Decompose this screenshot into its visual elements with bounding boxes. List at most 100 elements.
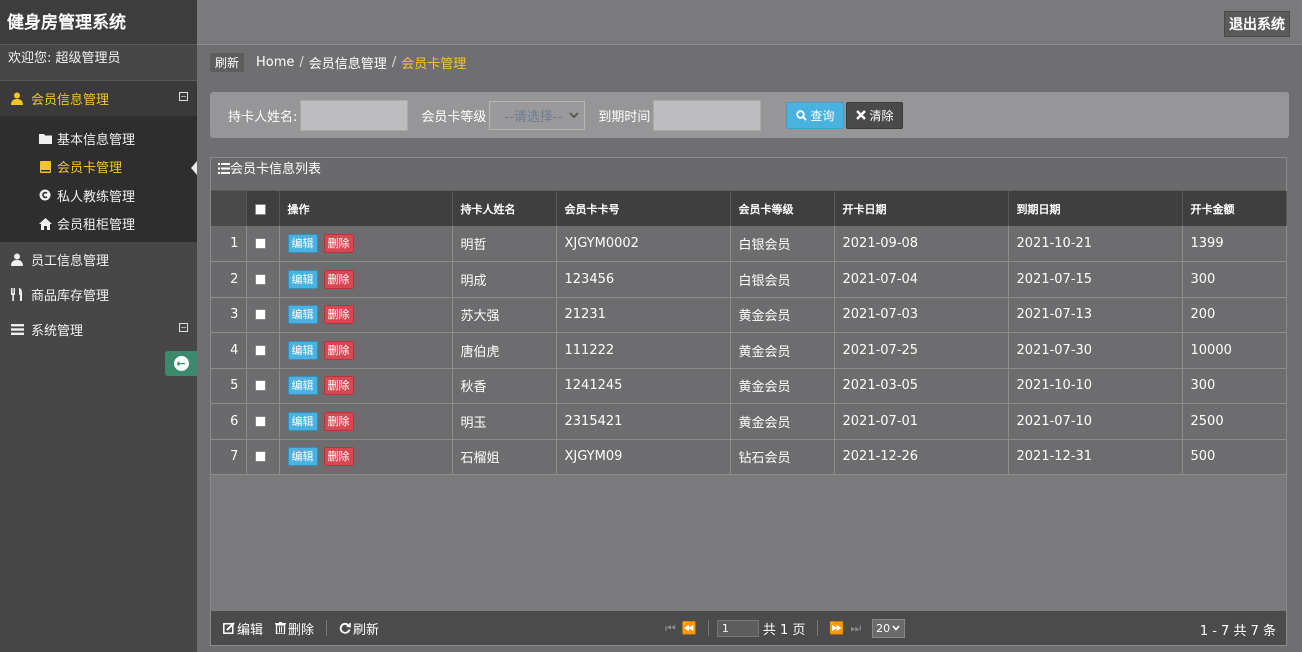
cell-amount: 500 <box>1182 439 1287 475</box>
breadcrumb-home[interactable]: Home <box>256 55 294 70</box>
row-checkbox[interactable] <box>254 238 266 249</box>
column-header[interactable]: 会员卡等级 <box>730 191 835 226</box>
edit-button[interactable]: 编辑 <box>287 447 318 467</box>
rownum-header <box>211 191 247 226</box>
grid-panel: 会员卡信息列表 操作 持卡人姓名 会员卡卡号 会员卡等级 开卡日期 到期日期 开… <box>210 157 1287 646</box>
row-checkbox[interactable] <box>254 344 266 356</box>
clear-button[interactable]: 清除 <box>846 101 904 129</box>
prev-page-icon[interactable]: ⏪ <box>682 621 697 635</box>
edit-button[interactable]: 编辑 <box>287 305 318 325</box>
collapse-icon[interactable]: − <box>179 323 188 332</box>
card-level-select[interactable]: --请选择-- <box>489 100 586 130</box>
expire-date-input[interactable] <box>653 99 762 131</box>
breadcrumb-current: 会员卡管理 <box>401 56 467 72</box>
logout-button[interactable]: 退出系统 <box>1224 11 1290 37</box>
menu-staff-info[interactable]: 员工信息管理 <box>0 242 197 277</box>
delete-button[interactable]: 删除 <box>323 376 354 396</box>
page-number-input[interactable]: 1 <box>716 619 759 637</box>
edit-button[interactable]: 编辑 <box>287 234 318 253</box>
delete-button[interactable]: 删除 <box>323 447 354 467</box>
cell-expire-date: 2021-10-10 <box>1008 368 1183 404</box>
edit-button[interactable]: 编辑 <box>287 376 318 396</box>
last-page-icon[interactable]: ⏭ <box>850 621 861 636</box>
next-page-icon[interactable]: ⏩ <box>829 621 844 635</box>
menu-member-info[interactable]: 会员信息管理 − <box>0 81 197 116</box>
row-checkbox[interactable] <box>254 273 266 285</box>
edit-button[interactable]: 编辑 <box>287 269 318 289</box>
select-all-header <box>246 191 280 226</box>
table-row[interactable]: 6 编辑 删除 明玉 2315421 黄金会员 2021-07-01 2021-07-10 25… <box>211 403 1287 440</box>
delete-button[interactable]: 删除 <box>323 305 354 325</box>
pager-delete-button[interactable]: 删除 <box>275 619 314 638</box>
row-number: 5 <box>211 368 247 404</box>
select-all-checkbox[interactable] <box>254 203 266 215</box>
column-header[interactable]: 开卡金额 <box>1182 191 1287 226</box>
column-header[interactable]: 到期日期 <box>1008 191 1183 226</box>
delete-button[interactable]: 删除 <box>323 411 354 431</box>
cell-card-level: 钻石会员 <box>730 439 835 475</box>
table-row[interactable]: 4 编辑 删除 唐伯虎 111222 黄金会员 2021-07-25 2021-07-30 10… <box>211 332 1287 369</box>
search-icon <box>796 109 808 121</box>
cell-cardholder-name: 明成 <box>452 261 557 298</box>
collapse-icon[interactable]: − <box>179 92 188 101</box>
table-row[interactable]: 3 编辑 删除 苏大强 21231 黄金会员 2021-07-03 2021-07-13 200 <box>211 297 1287 333</box>
edit-button[interactable]: 编辑 <box>287 340 318 360</box>
row-actions: 编辑 删除 <box>279 297 453 333</box>
row-checkbox[interactable] <box>254 380 266 392</box>
table-row[interactable]: 1 编辑 删除 明哲 XJGYM0002 白银会员 2021-09-08 2021-10-21… <box>211 226 1287 262</box>
sub-item-locker-rental[interactable]: 会员租柜管理 <box>0 210 197 239</box>
pager-refresh-button[interactable]: 刷新 <box>339 619 379 638</box>
delete-button[interactable]: 删除 <box>323 234 354 253</box>
sub-item-member-card[interactable]: 会员卡管理 <box>0 153 197 182</box>
row-select-cell <box>246 226 280 262</box>
breadcrumb-separator: / <box>391 54 397 70</box>
pager-edit-button[interactable]: 编辑 <box>223 619 263 638</box>
column-header[interactable]: 持卡人姓名 <box>452 191 557 226</box>
sidebar: 健身房管理系统 欢迎您: 超级管理员 会员信息管理 − 基本信息管理 会员卡管理… <box>0 0 197 652</box>
arrow-left-circle-icon: ← <box>173 356 189 371</box>
table-row[interactable]: 5 编辑 删除 秋香 1241245 黄金会员 2021-03-05 2021-10-10 30… <box>211 368 1287 404</box>
cell-card-number: 1241245 <box>556 368 731 404</box>
clear-button-label: 清除 <box>869 108 894 123</box>
page-size-select[interactable]: 20 <box>872 618 906 638</box>
row-checkbox[interactable] <box>254 451 266 463</box>
table-row[interactable]: 2 编辑 删除 明成 123456 白银会员 2021-07-04 2021-07-15 300 <box>211 261 1287 298</box>
row-number: 3 <box>211 297 247 333</box>
delete-button[interactable]: 删除 <box>323 269 354 289</box>
query-button[interactable]: 查询 <box>786 101 845 129</box>
page-size-value: 20 <box>876 621 891 635</box>
user-icon <box>9 92 25 106</box>
menu-staff-info-label: 员工信息管理 <box>31 254 110 269</box>
cell-card-level: 黄金会员 <box>730 403 835 440</box>
table-body: 1 编辑 删除 明哲 XJGYM0002 白银会员 2021-09-08 2021-10-21… <box>211 226 1287 475</box>
edit-button[interactable]: 编辑 <box>287 411 318 431</box>
cell-amount: 200 <box>1182 297 1287 333</box>
cell-card-level: 黄金会员 <box>730 368 835 404</box>
delete-button[interactable]: 删除 <box>323 340 354 360</box>
sub-item-basic-info[interactable]: 基本信息管理 <box>0 124 197 153</box>
menu-inventory[interactable]: 商品库存管理 <box>0 277 197 312</box>
column-header[interactable]: 开卡日期 <box>834 191 1009 226</box>
breadcrumb-member-info[interactable]: 会员信息管理 <box>309 53 387 72</box>
sub-item-label: 会员租柜管理 <box>57 218 136 234</box>
grid-title-label: 会员卡信息列表 <box>230 162 322 177</box>
first-page-icon[interactable]: ⏮ <box>665 621 676 636</box>
row-select-cell <box>246 261 280 298</box>
sub-item-personal-trainer[interactable]: 私人教练管理 <box>0 181 197 210</box>
table-row[interactable]: 7 编辑 删除 石榴姐 XJGYM09 钻石会员 2021-12-26 2021-12-31 5… <box>211 439 1287 475</box>
cardholder-name-input[interactable] <box>300 99 409 131</box>
folder-icon <box>38 133 52 144</box>
cell-expire-date: 2021-07-15 <box>1008 261 1183 298</box>
row-checkbox[interactable] <box>254 415 266 427</box>
cell-card-level: 黄金会员 <box>730 332 835 369</box>
column-header[interactable]: 会员卡卡号 <box>556 191 731 226</box>
copyright-icon <box>38 189 52 201</box>
row-checkbox[interactable] <box>254 309 266 321</box>
row-number: 7 <box>211 439 247 475</box>
menu-system[interactable]: 系统管理 − <box>0 312 197 347</box>
sidebar-toggle-button[interactable]: ← <box>165 351 197 376</box>
column-header[interactable]: 操作 <box>279 191 453 226</box>
menu-system-label: 系统管理 <box>31 324 84 339</box>
cell-expire-date: 2021-10-21 <box>1008 226 1183 262</box>
refresh-tab-button[interactable]: 刷新 <box>210 52 245 72</box>
